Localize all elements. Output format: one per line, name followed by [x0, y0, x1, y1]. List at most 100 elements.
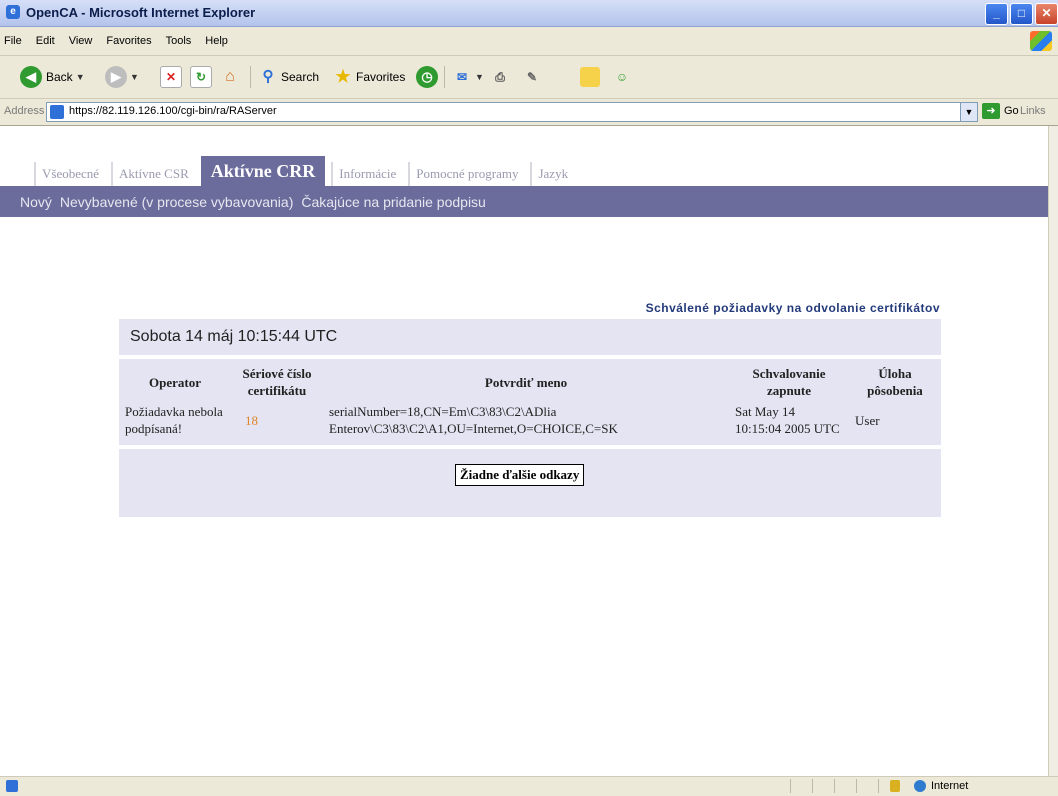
search-label: Search [281, 70, 320, 84]
no-more-links-button[interactable]: Žiadne ďalšie odkazy [455, 464, 585, 486]
tab-aktivne-crr[interactable]: Aktívne CRR [200, 156, 326, 186]
column-header-approved: Schvalovanie zapnute [752, 366, 826, 398]
requests-table-area: Operator Sériové číslo certifikátu Potvr… [119, 359, 941, 445]
ie-icon: e [6, 5, 20, 19]
table-row: Požiadavka nebola podpísaná! 18 serialNu… [119, 401, 941, 439]
search-icon: ⚲ [262, 68, 274, 85]
subnav-nevybavene[interactable]: Nevybavené (v procese vybavovania) [60, 194, 293, 210]
toolbar-separator [444, 66, 445, 88]
tab-jazyk[interactable]: Jazyk [530, 162, 574, 186]
table-header-row: Operator Sériové číslo certifikátu Potvr… [119, 363, 941, 401]
button-area: Žiadne ďalšie odkazy [119, 449, 941, 517]
edit-button[interactable]: ✎ [522, 64, 542, 90]
tab-vseobecne[interactable]: Všeobecné [34, 162, 105, 186]
stop-icon: ✕ [160, 66, 182, 88]
address-url: https://82.119.126.100/cgi-bin/ra/RAServ… [69, 105, 277, 117]
menu-bar: File Edit View Favorites Tools Help [0, 27, 1058, 56]
back-arrow-icon: ◀ [20, 66, 42, 88]
forward-arrow-icon: ▶ [105, 66, 127, 88]
window-controls: _ □ ✕ [985, 3, 1058, 25]
chevron-down-icon: ▼ [75, 72, 85, 82]
mail-button[interactable]: ✉ ▼ [452, 64, 484, 90]
cell-name: serialNumber=18,CN=Em\C3\83\C2\ADlia Ent… [329, 404, 618, 436]
go-arrow-icon: ➜ [982, 103, 1000, 119]
status-divider [812, 779, 813, 793]
mail-icon: ✉ [456, 70, 468, 84]
main-tabs: Všeobecné Aktívne CSR Aktívne CRR Inform… [34, 156, 580, 186]
discuss-button[interactable] [580, 64, 600, 90]
subnav-novy[interactable]: Nový [20, 194, 52, 210]
close-button[interactable]: ✕ [1035, 3, 1058, 25]
vertical-scrollbar[interactable] [1048, 126, 1058, 776]
tab-informacie[interactable]: Informácie [331, 162, 402, 186]
edit-icon: ✎ [526, 70, 538, 84]
windows-logo-icon [1030, 31, 1052, 51]
refresh-button[interactable]: ↻ [190, 64, 212, 90]
maximize-button[interactable]: □ [1010, 3, 1033, 25]
security-zone: Internet [931, 780, 969, 792]
menu-favorites[interactable]: Favorites [106, 35, 151, 47]
back-button[interactable]: ◀ Back ▼ [20, 64, 85, 90]
requests-panel: Sobota 14 máj 10:15:44 UTC Operator Séri… [119, 319, 941, 517]
status-divider [790, 779, 791, 793]
minimize-button[interactable]: _ [985, 3, 1008, 25]
status-divider [834, 779, 835, 793]
lock-icon [890, 780, 900, 792]
cell-serial-link[interactable]: 18 [231, 401, 323, 439]
favorites-button[interactable]: ★ Favorites [333, 64, 405, 90]
title-bar: e OpenCA - Microsoft Internet Explorer _… [0, 0, 1058, 27]
forward-button[interactable]: ▶ ▼ [105, 64, 139, 90]
page-content: Všeobecné Aktívne CSR Aktívne CRR Inform… [0, 126, 1048, 776]
menu-edit[interactable]: Edit [36, 35, 55, 47]
history-button[interactable]: ◷ [416, 64, 438, 90]
page-icon [50, 105, 64, 119]
column-header-name: Potvrdiť meno [484, 374, 568, 390]
search-button[interactable]: ⚲ Search [258, 64, 320, 90]
stop-button[interactable]: ✕ [160, 64, 182, 90]
date-row: Sobota 14 máj 10:15:44 UTC [119, 319, 941, 355]
column-header-role: Úloha pôsobenia [867, 366, 923, 398]
favorites-label: Favorites [356, 70, 406, 84]
status-divider [856, 779, 857, 793]
home-button[interactable]: ⌂ [220, 64, 240, 90]
cell-role: User [855, 412, 880, 428]
menu-tools[interactable]: Tools [166, 35, 192, 47]
cell-operator: Požiadavka nebola podpísaná! [125, 404, 223, 436]
home-icon: ⌂ [225, 68, 235, 85]
star-icon: ★ [335, 67, 351, 86]
current-date: Sobota 14 máj 10:15:44 UTC [130, 328, 338, 345]
address-label: Address [4, 105, 45, 117]
links-button[interactable]: Links [1020, 105, 1046, 117]
sub-navigation: Nový Nevybavené (v procese vybavovania) … [0, 186, 1048, 217]
note-icon [580, 67, 600, 87]
menu-view[interactable]: View [69, 35, 93, 47]
status-divider [878, 779, 879, 793]
tab-aktivne-csr[interactable]: Aktívne CSR [111, 162, 195, 186]
print-button[interactable]: ⎙ [490, 64, 510, 90]
toolbar-separator [250, 66, 251, 88]
chevron-down-icon[interactable]: ▼ [960, 103, 977, 121]
go-button[interactable]: ➜ Go [982, 103, 1019, 119]
toolbar: ◀ Back ▼ ▶ ▼ ✕ ↻ ⌂ ⚲ Search ★ Favorites … [0, 56, 1058, 99]
globe-icon [914, 780, 926, 792]
status-bar: Internet [0, 776, 1058, 796]
page-heading: Schválené požiadavky na odvolanie certif… [645, 301, 940, 315]
chevron-down-icon: ▼ [475, 72, 484, 82]
address-bar: Address https://82.119.126.100/cgi-bin/r… [0, 99, 1058, 126]
chevron-down-icon: ▼ [130, 72, 139, 82]
messenger-icon: ☺ [615, 70, 629, 84]
tab-pomocne-programy[interactable]: Pomocné programy [408, 162, 524, 186]
history-icon: ◷ [416, 66, 438, 88]
page-status-icon [6, 780, 18, 792]
menu-help[interactable]: Help [205, 35, 228, 47]
column-header-operator: Operator [149, 374, 201, 390]
address-input[interactable]: https://82.119.126.100/cgi-bin/ra/RAServ… [46, 102, 978, 122]
subnav-cakajuce[interactable]: Čakajúce na pridanie podpisu [301, 194, 485, 210]
cell-approved: Sat May 14 10:15:04 2005 UTC [735, 404, 840, 436]
menu-file[interactable]: File [4, 35, 22, 47]
messenger-button[interactable]: ☺ [612, 64, 632, 90]
print-icon: ⎙ [495, 70, 505, 84]
back-label: Back [46, 70, 73, 84]
refresh-icon: ↻ [190, 66, 212, 88]
window-title: OpenCA - Microsoft Internet Explorer [26, 5, 256, 20]
